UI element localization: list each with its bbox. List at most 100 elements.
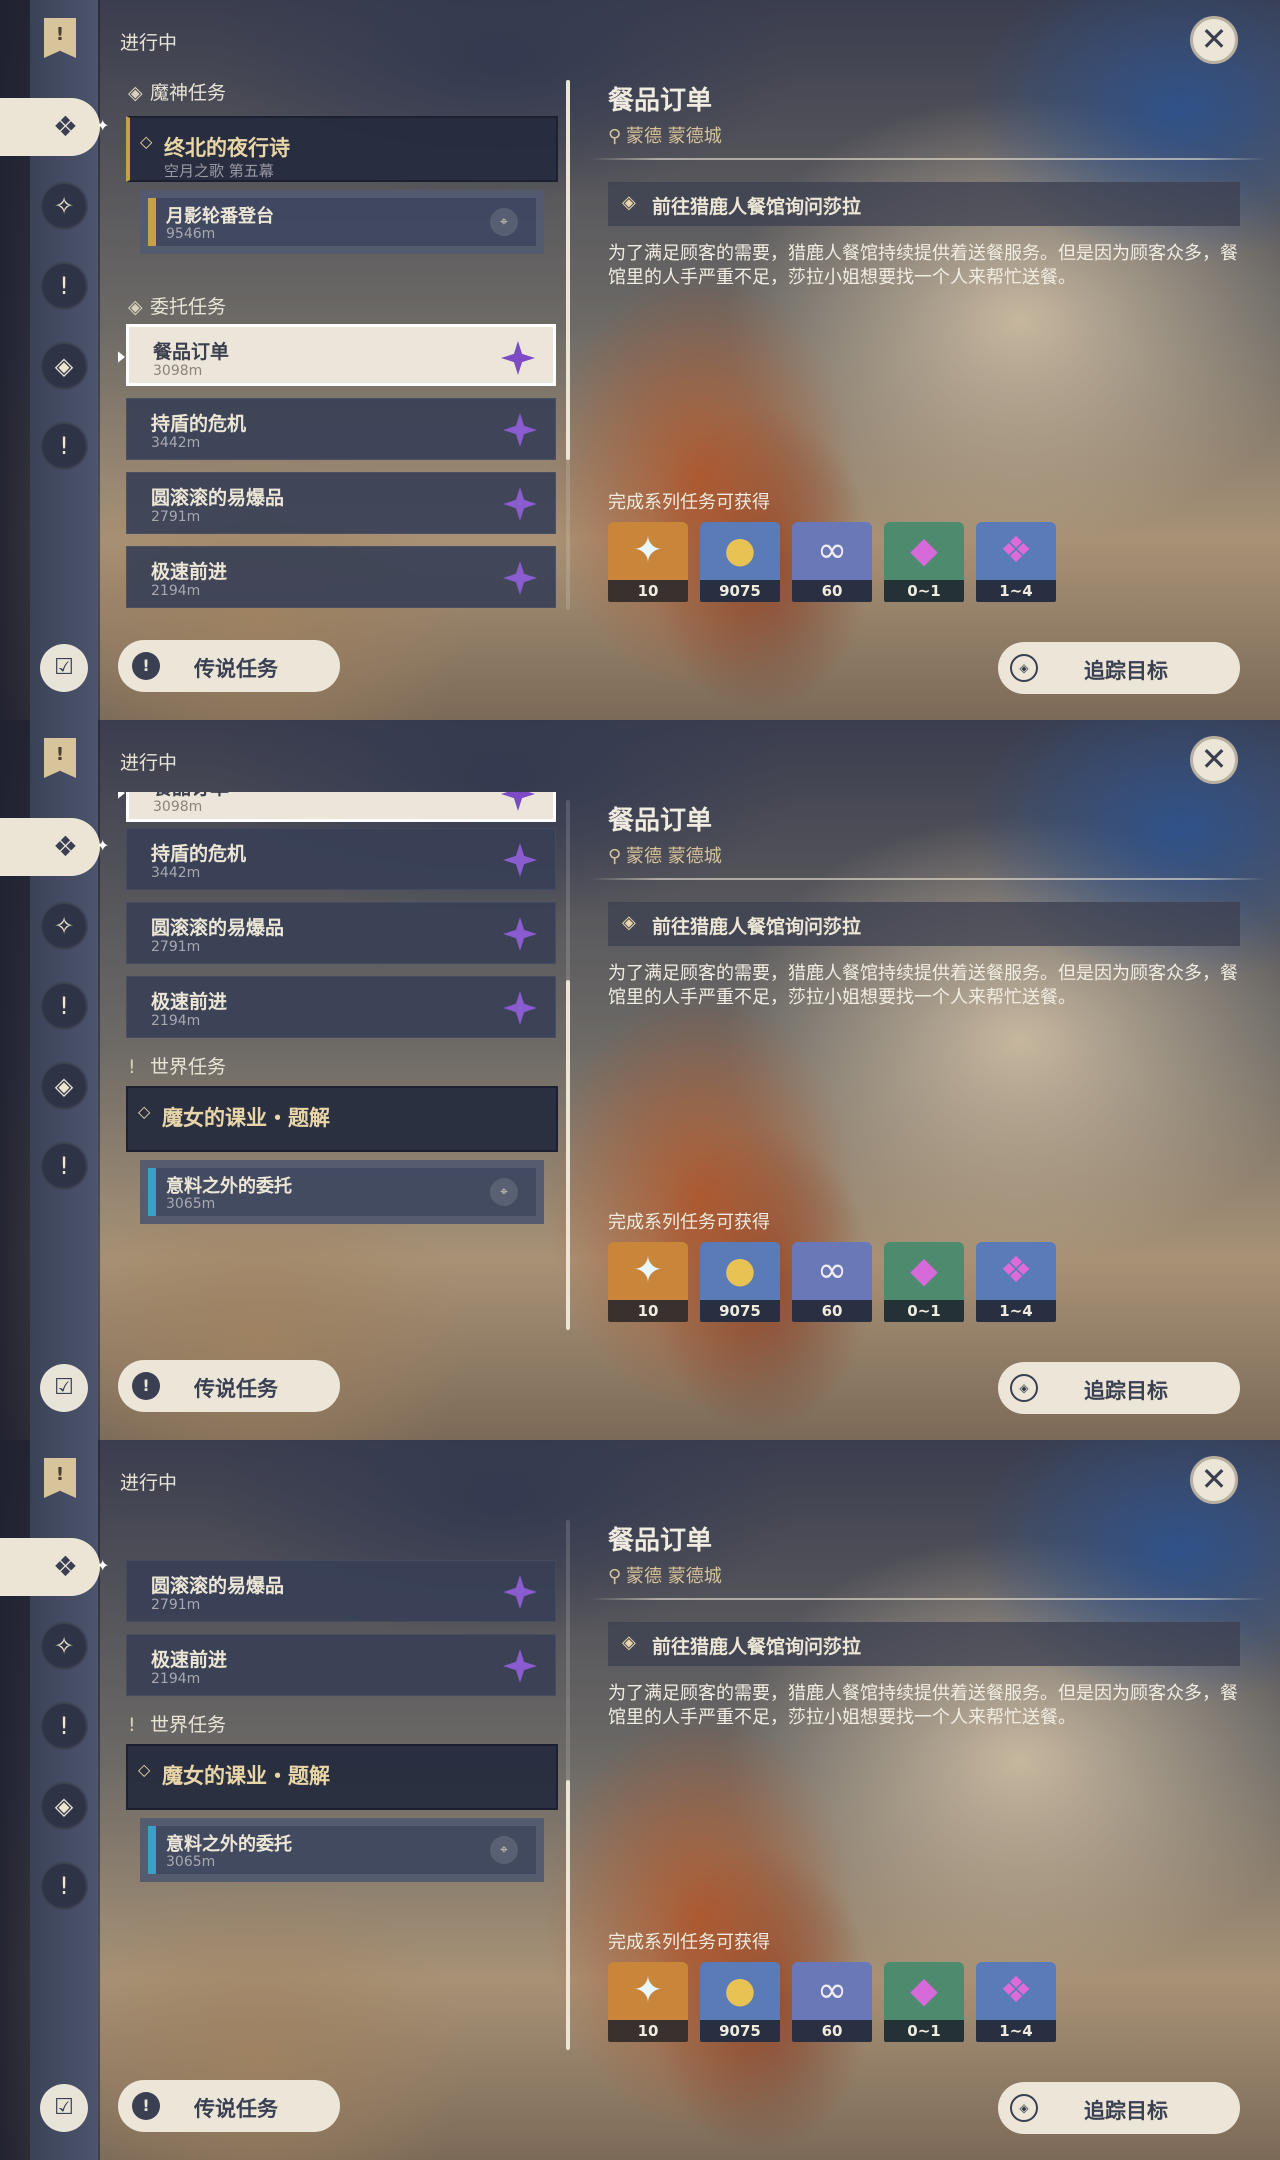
quest-commission-0[interactable]: 餐品订单 3098m xyxy=(118,792,556,822)
track-target-button[interactable]: ◈ 追踪目标 xyxy=(998,1362,1240,1414)
world-quest-icon: ! xyxy=(128,1714,136,1736)
screenshot-frame-1: ! ❖ ✦ ✧ ! ◈ ! ☑ 进行中 ✕ ◈ 魔神任务 ◇ 终北的夜行诗 空月之… xyxy=(0,0,1280,720)
rail-tab-archon[interactable]: ✧ xyxy=(40,182,88,230)
divider xyxy=(590,158,1266,160)
reward-companionship-exp[interactable]: ∞ 60 xyxy=(792,522,872,602)
mora-icon: ● xyxy=(724,1250,756,1291)
reward-crystal-chunk[interactable]: ◆ 0~1 xyxy=(884,1242,964,1322)
commission-icon: ◈ xyxy=(128,296,143,318)
rail-settings-icon[interactable]: ☑ xyxy=(40,2084,88,2132)
quest-commission-3[interactable]: 极速前进 2194m xyxy=(126,976,556,1038)
quest-title: 魔女的课业・题解 xyxy=(162,1764,330,1788)
quest-distance: 2194m xyxy=(151,583,201,599)
list-scrollbar[interactable] xyxy=(566,80,570,610)
location-pin-icon[interactable]: ⌖ xyxy=(490,1836,518,1864)
status-label: 进行中 xyxy=(120,752,178,774)
quest-title: 意料之外的委托 xyxy=(166,1176,292,1197)
rail-tab-world[interactable]: ! xyxy=(40,1142,88,1190)
quest-commission-0[interactable]: 餐品订单 3098m xyxy=(118,324,556,386)
quest-distance: 2194m xyxy=(151,1013,201,1029)
rail-tab-commission[interactable]: ◈ xyxy=(40,1062,88,1110)
commission-gem-icon xyxy=(503,991,537,1025)
rail-tab-commission-active[interactable]: ❖ xyxy=(0,1538,100,1596)
rail-tab-story[interactable]: ! xyxy=(40,982,88,1030)
track-target-button[interactable]: ◈ 追踪目标 xyxy=(998,642,1240,694)
quest-distance: 2791m xyxy=(151,1597,201,1613)
detail-title: 餐品订单 xyxy=(608,1526,713,1556)
quest-world-sub[interactable]: 意料之外的委托 3065m ⌖ xyxy=(140,1160,544,1224)
reward-primogem[interactable]: ✦ 10 xyxy=(608,522,688,602)
quest-title: 极速前进 xyxy=(151,561,228,583)
mora-icon: ● xyxy=(724,530,756,571)
legend-quest-button[interactable]: ! 传说任务 xyxy=(118,640,340,692)
quest-commission-2[interactable]: 圆滚滚的易爆品 2791m xyxy=(126,472,556,534)
quest-list[interactable]: 圆滚滚的易爆品 2791m 极速前进 2194m ! 世界任务 ◇ 魔女的课业・题… xyxy=(118,1512,564,2050)
close-button[interactable]: ✕ xyxy=(1190,1456,1238,1504)
quest-bar xyxy=(148,1826,156,1874)
reward-crystal-chunk[interactable]: ◆ 0~1 xyxy=(884,1962,964,2042)
rail-tab-archon[interactable]: ✧ xyxy=(40,902,88,950)
quest-world-sub[interactable]: 意料之外的委托 3065m ⌖ xyxy=(140,1818,544,1882)
quest-distance: 3065m xyxy=(166,1854,216,1870)
list-scrollbar[interactable] xyxy=(566,1520,570,2050)
reward-crystal-chunk[interactable]: ◆ 0~1 xyxy=(884,522,964,602)
location-pin-icon[interactable]: ⌖ xyxy=(490,208,518,236)
quest-commission-3[interactable]: 极速前进 2194m xyxy=(126,546,556,608)
reward-primogem[interactable]: ✦ 10 xyxy=(608,1242,688,1322)
companionship-exp-icon: ∞ xyxy=(817,530,847,571)
reward-mora[interactable]: ● 9075 xyxy=(700,1962,780,2042)
rail-tab-story[interactable]: ! xyxy=(40,262,88,310)
quest-bar xyxy=(148,198,156,246)
track-target-button[interactable]: ◈ 追踪目标 xyxy=(998,2082,1240,2134)
rail-tab-commission[interactable]: ◈ xyxy=(40,342,88,390)
quest-commission-1[interactable]: 持盾的危机 3442m xyxy=(126,398,556,460)
track-diamond-icon: ◈ xyxy=(1010,2094,1038,2122)
detail-description: 为了满足顾客的需要，猎鹿人餐馆持续提供着送餐服务。但是因为顾客众多，餐馆里的人手… xyxy=(608,1683,1238,1728)
category-world: ! 世界任务 xyxy=(128,1056,227,1078)
legend-quest-button[interactable]: ! 传说任务 xyxy=(118,1360,340,1412)
companionship-exp-icon: ∞ xyxy=(817,1250,847,1291)
quest-world-main[interactable]: ◇ 魔女的课业・题解 xyxy=(126,1744,558,1810)
crystal-chunk-icon: ◆ xyxy=(910,530,938,571)
close-button[interactable]: ✕ xyxy=(1190,16,1238,64)
quest-title: 意料之外的委托 xyxy=(166,1834,292,1855)
rail-tab-world[interactable]: ! xyxy=(40,422,88,470)
reward-companionship-exp[interactable]: ∞ 60 xyxy=(792,1242,872,1322)
detail-location: ⚲ 蒙德 蒙德城 xyxy=(608,846,722,867)
commission-gem-icon xyxy=(503,1575,537,1609)
quest-title: 持盾的危机 xyxy=(151,843,247,865)
quest-commission-3[interactable]: 极速前进 2194m xyxy=(126,1634,556,1696)
quest-archon-main[interactable]: ◇ 终北的夜行诗 空月之歌 第五幕 xyxy=(126,116,558,182)
reward-companionship-exp[interactable]: ∞ 60 xyxy=(792,1962,872,2042)
close-button[interactable]: ✕ xyxy=(1190,736,1238,784)
legend-quest-button[interactable]: ! 传说任务 xyxy=(118,2080,340,2132)
rail-tab-commission-active[interactable]: ❖ xyxy=(0,98,100,156)
reward-crystal-cluster[interactable]: ❖ 1~4 xyxy=(976,1242,1056,1322)
quest-world-main[interactable]: ◇ 魔女的课业・题解 xyxy=(126,1086,558,1152)
reward-mora[interactable]: ● 9075 xyxy=(700,1242,780,1322)
list-scrollbar[interactable] xyxy=(566,800,570,1330)
detail-location: ⚲ 蒙德 蒙德城 xyxy=(608,126,722,147)
rail-tab-archon[interactable]: ✧ xyxy=(40,1622,88,1670)
reward-primogem[interactable]: ✦ 10 xyxy=(608,1962,688,2042)
commission-gem-icon xyxy=(503,487,537,521)
rail-tab-world[interactable]: ! xyxy=(40,1862,88,1910)
quest-list[interactable]: ◈ 魔神任务 ◇ 终北的夜行诗 空月之歌 第五幕 月影轮番登台 9546m ⌖ ◈… xyxy=(118,72,564,610)
track-diamond-icon: ◈ xyxy=(1010,1374,1038,1402)
quest-title: 圆滚滚的易爆品 xyxy=(151,1575,285,1597)
rail-tab-commission-active[interactable]: ❖ xyxy=(0,818,100,876)
reward-mora[interactable]: ● 9075 xyxy=(700,522,780,602)
quest-commission-2[interactable]: 圆滚滚的易爆品 2791m xyxy=(126,1560,556,1622)
rail-settings-icon[interactable]: ☑ xyxy=(40,1364,88,1412)
rail-settings-icon[interactable]: ☑ xyxy=(40,644,88,692)
location-pin-icon[interactable]: ⌖ xyxy=(490,1178,518,1206)
quest-archon-sub[interactable]: 月影轮番登台 9546m ⌖ xyxy=(140,190,544,254)
rail-tab-commission[interactable]: ◈ xyxy=(40,1782,88,1830)
reward-crystal-cluster[interactable]: ❖ 1~4 xyxy=(976,522,1056,602)
quest-list[interactable]: 餐品订单 3098m 持盾的危机 3442m 圆滚滚的易爆品 2791m 极速前… xyxy=(118,792,564,1330)
quest-title: 极速前进 xyxy=(151,1649,228,1671)
quest-commission-1[interactable]: 持盾的危机 3442m xyxy=(126,828,556,890)
rail-tab-story[interactable]: ! xyxy=(40,1702,88,1750)
reward-crystal-cluster[interactable]: ❖ 1~4 xyxy=(976,1962,1056,2042)
quest-commission-2[interactable]: 圆滚滚的易爆品 2791m xyxy=(126,902,556,964)
